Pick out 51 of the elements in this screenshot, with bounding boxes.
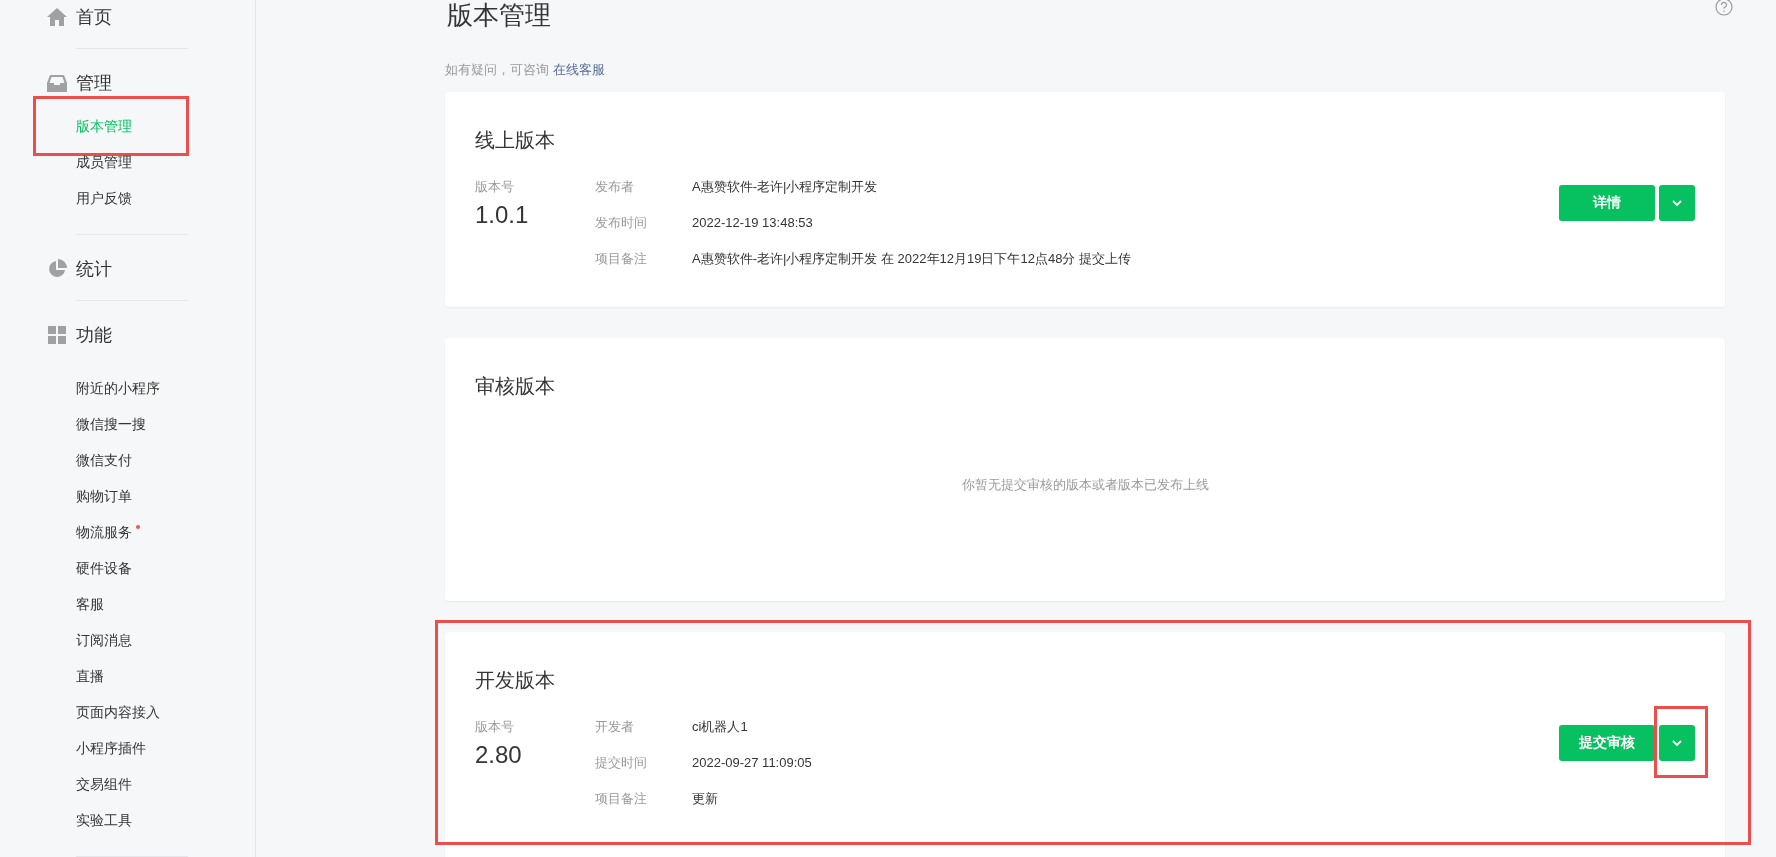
sidebar-item[interactable]: 小程序插件 <box>76 737 146 759</box>
field-value: ci机器人1 <box>692 717 748 736</box>
sidebar-item[interactable]: 实验工具 <box>76 809 132 831</box>
help-text: 如有疑问，可咨询 <box>445 61 549 79</box>
sidebar-section[interactable]: 统计 <box>76 255 112 283</box>
version-label: 版本号 <box>475 717 515 736</box>
field-value: 更新 <box>692 789 718 808</box>
chevron-down-icon <box>1672 199 1682 206</box>
sidebar-item[interactable]: 客服 <box>76 593 104 615</box>
card-title: 开发版本 <box>475 667 556 693</box>
sidebar-section[interactable]: 功能 <box>76 321 112 349</box>
sidebar-item[interactable]: 交易组件 <box>76 773 132 795</box>
card-title: 审核版本 <box>475 373 556 399</box>
home-icon <box>46 8 67 26</box>
sidebar-item[interactable]: 成员管理 <box>76 151 132 173</box>
dropdown-button[interactable] <box>1659 724 1695 761</box>
field-value: A惠赞软件-老许|小程序定制开发 <box>692 177 878 196</box>
sidebar-item[interactable]: 直播 <box>76 665 104 687</box>
field-label: 项目备注 <box>595 249 648 268</box>
help-icon[interactable] <box>1715 0 1733 16</box>
field-label: 发布者 <box>595 177 635 196</box>
version-number: 2.80 <box>475 740 523 769</box>
sidebar-item[interactable]: 物流服务 <box>76 521 132 543</box>
field-value: A惠赞软件-老许|小程序定制开发 在 2022年12月19日下午12点48分 提交上传 <box>692 249 1131 268</box>
chevron-down-icon <box>1672 739 1682 746</box>
sidebar-item[interactable]: 微信搜一搜 <box>76 413 146 435</box>
sidebar-item[interactable]: 购物订单 <box>76 485 132 507</box>
sidebar-item[interactable]: 用户反馈 <box>76 187 132 209</box>
version-label: 版本号 <box>475 177 515 196</box>
sidebar-item[interactable]: 订阅消息 <box>76 629 132 651</box>
field-label: 项目备注 <box>595 789 648 808</box>
field-value: 2022-09-27 11:09:05 <box>692 753 812 772</box>
field-label: 发布时间 <box>595 213 648 232</box>
field-label: 提交时间 <box>595 753 648 772</box>
card-title: 线上版本 <box>475 127 556 153</box>
field-label: 开发者 <box>595 717 635 736</box>
pie-chart-icon <box>46 259 67 279</box>
sidebar-section[interactable]: 管理 <box>76 69 112 97</box>
online-support-link[interactable]: 在线客服 <box>553 60 605 80</box>
sidebar-item[interactable]: 附近的小程序 <box>76 377 160 399</box>
page-title: 版本管理 <box>447 0 551 30</box>
dropdown-button[interactable] <box>1659 184 1695 221</box>
sidebar-section[interactable]: 首页 <box>76 3 112 31</box>
sidebar-item[interactable]: 微信支付 <box>76 449 132 471</box>
inbox-icon <box>46 74 67 92</box>
grid-icon <box>47 326 66 344</box>
empty-message: 你暂无提交审核的版本或者版本已发布上线 <box>960 475 1210 494</box>
field-value: 2022-12-19 13:48:53 <box>692 213 813 232</box>
version-number: 1.0.1 <box>475 200 530 229</box>
sidebar-item[interactable]: 页面内容接入 <box>76 701 160 723</box>
sidebar-item[interactable]: 硬件设备 <box>76 557 132 579</box>
